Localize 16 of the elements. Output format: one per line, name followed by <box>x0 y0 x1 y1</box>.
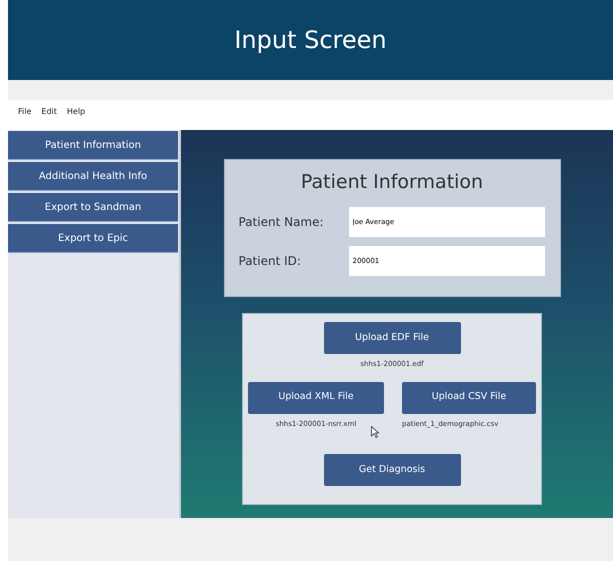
field-label: Patient Name: <box>238 214 325 230</box>
sidebar-button[interactable]: Export to Epic <box>8 224 178 253</box>
upload-button[interactable]: Upload EDF File <box>324 322 460 354</box>
diagnosis-button[interactable]: Get Diagnosis <box>324 454 460 486</box>
mouse-pointer-icon <box>371 426 379 438</box>
sidebar-button[interactable]: Patient Information <box>8 131 178 160</box>
panel-title: Patient Information <box>300 170 484 195</box>
menu-item[interactable]: Help <box>66 106 86 118</box>
menu-item[interactable]: File <box>18 106 32 118</box>
menu-item[interactable]: Edit <box>41 106 57 118</box>
upload-button[interactable]: Upload XML File <box>248 382 384 414</box>
app-title: Input Screen <box>234 25 387 56</box>
sidebar-button[interactable]: Export to Sandman <box>8 193 178 222</box>
field-label: Patient ID: <box>238 252 302 270</box>
upload-button[interactable]: Upload CSV File <box>402 382 536 414</box>
sidebar-button[interactable]: Additional Health Info <box>8 162 178 191</box>
